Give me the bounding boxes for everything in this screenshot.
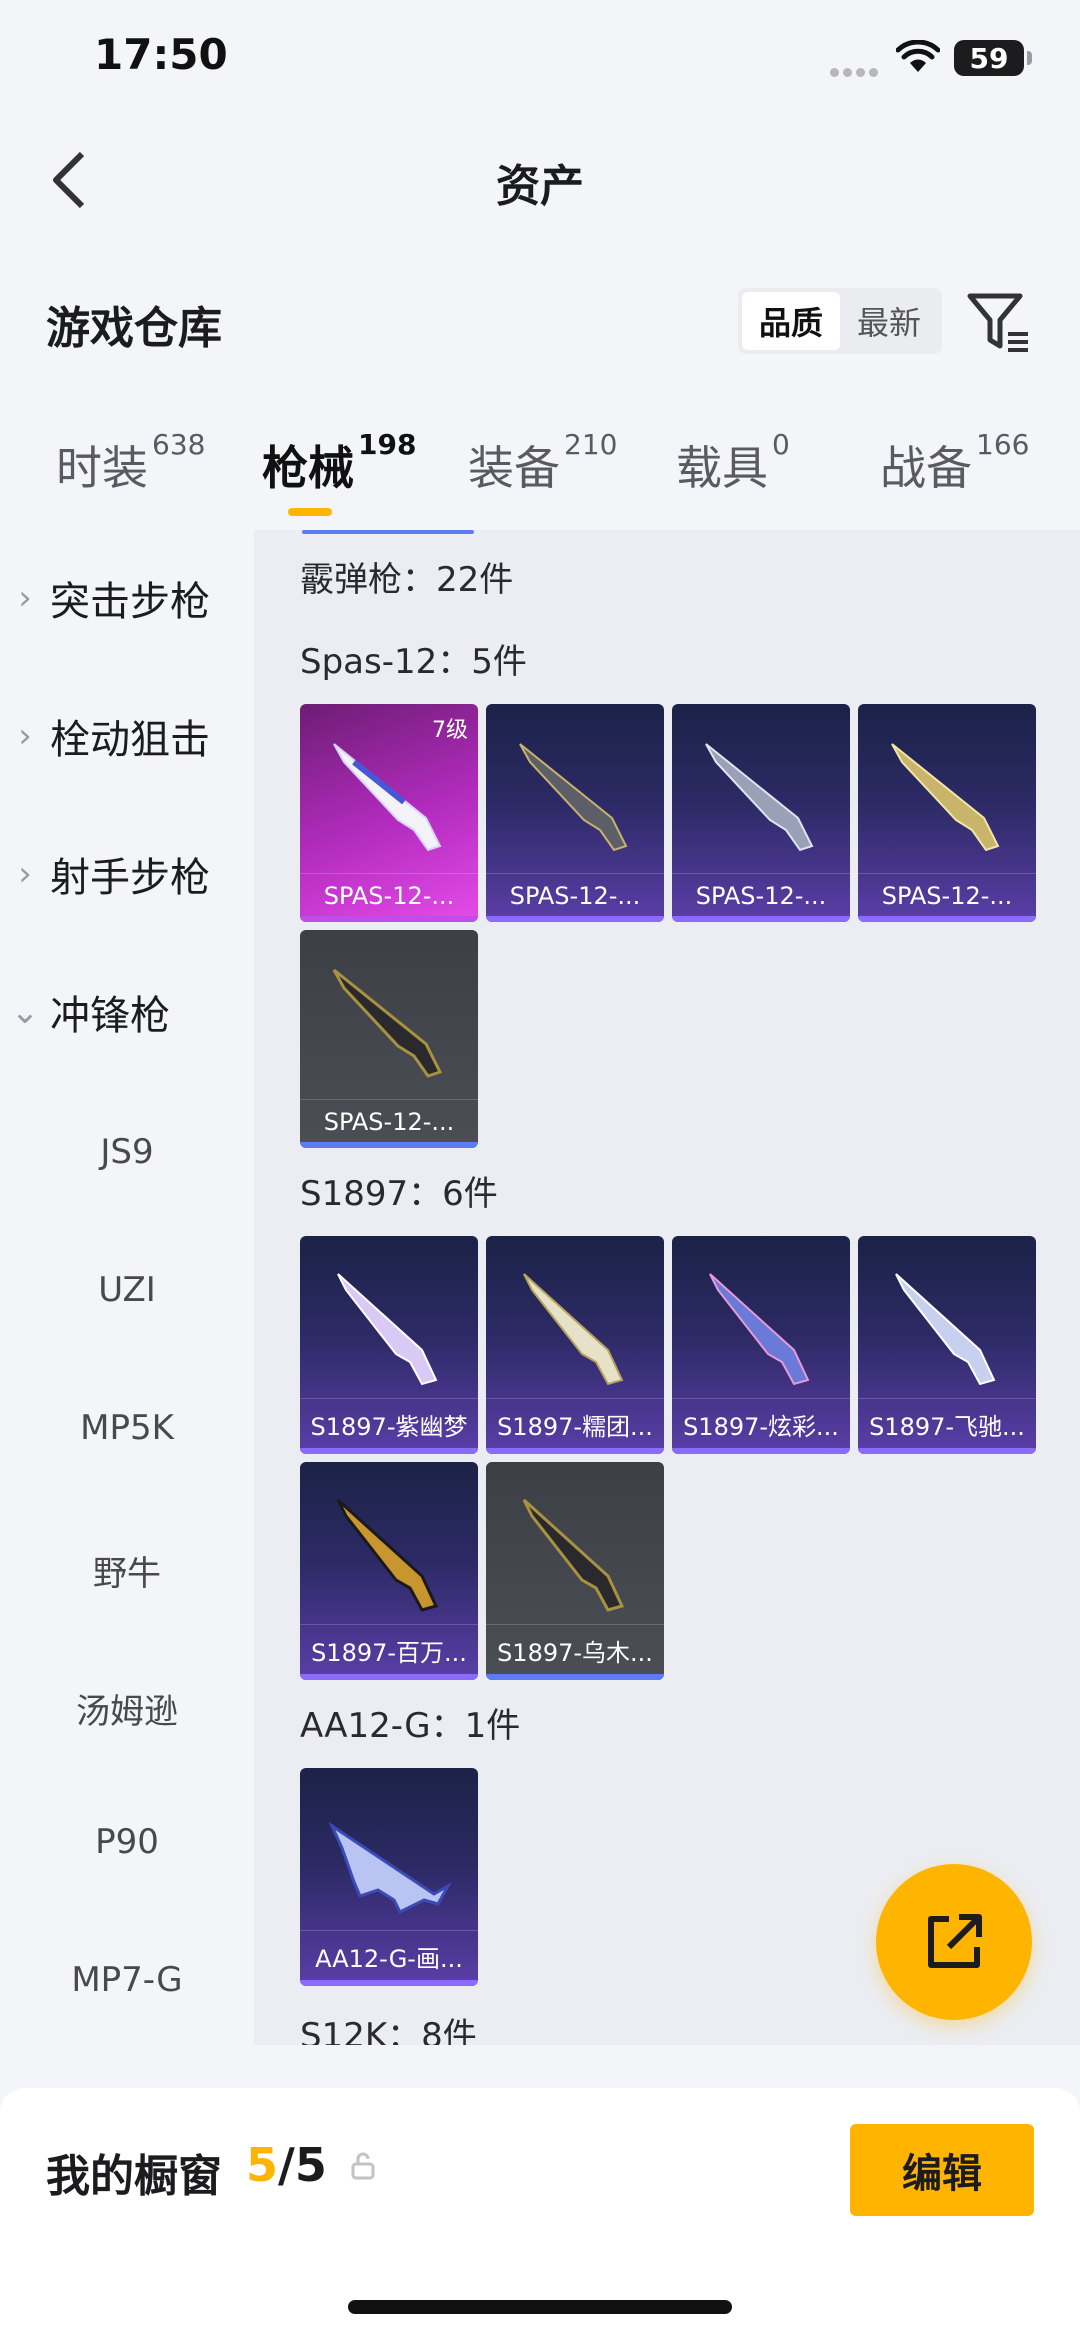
status-time: 17:50 bbox=[94, 30, 228, 79]
group-title-aa12g: AA12-G：1件 bbox=[300, 1706, 521, 1746]
item-grid: 霰弹枪：22件 Spas-12：5件 7级 SPAS-12-... SPAS-1… bbox=[254, 530, 1080, 2045]
group-title-s12k: S12K：8件 bbox=[300, 2016, 477, 2045]
shotgun-icon bbox=[709, 1273, 810, 1386]
item-card[interactable]: AA12-G-画... bbox=[300, 1768, 478, 1986]
sidebar-subitem-p90[interactable]: P90 bbox=[0, 1822, 254, 1862]
item-card[interactable]: S1897-紫幽梦 bbox=[300, 1236, 478, 1454]
shotgun-icon bbox=[332, 968, 443, 1078]
sidebar-subitem-uzi[interactable]: UZI bbox=[0, 1270, 254, 1310]
showcase-title: 我的橱窗 bbox=[46, 2151, 222, 2202]
chevron-right-icon: › bbox=[18, 854, 32, 894]
page-title: 资产 bbox=[496, 161, 584, 212]
home-indicator bbox=[348, 2300, 732, 2314]
shotgun-icon bbox=[522, 1498, 625, 1612]
tab-vehicles[interactable]: 载具 0 bbox=[676, 428, 790, 498]
item-card[interactable]: S1897-炫彩... bbox=[672, 1236, 850, 1454]
shotgun-icon bbox=[336, 1498, 439, 1612]
sidebar-item-bolt-sniper[interactable]: › 栓动狙击 bbox=[0, 686, 254, 786]
tab-underline bbox=[288, 508, 332, 516]
item-card[interactable]: SPAS-12-... bbox=[486, 704, 664, 922]
edit-button[interactable]: 编辑 bbox=[850, 2124, 1034, 2216]
sidebar-subitem-js9[interactable]: JS9 bbox=[0, 1132, 254, 1172]
status-bar: 17:50 59 bbox=[0, 0, 1080, 120]
wifi-icon bbox=[896, 40, 940, 72]
filter-icon[interactable] bbox=[966, 290, 1032, 356]
external-link-icon bbox=[928, 1914, 982, 1968]
shotgun-icon bbox=[891, 743, 1000, 852]
tab-supplies[interactable]: 战备 166 bbox=[880, 428, 1029, 498]
showcase-count: 5/5 bbox=[246, 2138, 327, 2192]
item-card[interactable]: SPAS-12-... bbox=[858, 704, 1036, 922]
sort-latest-button[interactable]: 最新 bbox=[840, 292, 938, 350]
sort-toggle: 品质 最新 bbox=[738, 288, 942, 354]
sidebar-subitem-bison[interactable]: 野牛 bbox=[0, 1546, 254, 1595]
group-title-spas12: Spas-12：5件 bbox=[300, 642, 527, 682]
chevron-right-icon: › bbox=[18, 578, 32, 618]
share-button[interactable] bbox=[876, 1864, 1032, 2020]
item-card[interactable]: SPAS-12-... bbox=[672, 704, 850, 922]
tab-guns[interactable]: 枪械 198 bbox=[262, 428, 416, 498]
sidebar-subitem-thompson[interactable]: 汤姆逊 bbox=[0, 1684, 254, 1733]
sidebar: › 突击步枪 › 栓动狙击 › 射手步枪 ⌄ 冲锋枪 JS9 UZI MP5K … bbox=[0, 530, 254, 2045]
lock-icon bbox=[351, 2152, 375, 2180]
nav-bar: 资产 bbox=[0, 130, 1080, 230]
chevron-down-icon: ⌄ bbox=[10, 992, 40, 1032]
shotgun-icon bbox=[705, 743, 814, 852]
item-card[interactable]: S1897-糯团... bbox=[486, 1236, 664, 1454]
category-total: 霰弹枪：22件 bbox=[300, 560, 514, 600]
sidebar-subitem-mp7g[interactable]: MP7-G bbox=[0, 1960, 254, 2000]
warehouse-title: 游戏仓库 bbox=[46, 303, 222, 354]
shotgun-icon bbox=[523, 1273, 624, 1386]
signal-icon bbox=[830, 62, 882, 81]
sidebar-item-marksman-rifle[interactable]: › 射手步枪 bbox=[0, 824, 254, 924]
item-card[interactable]: S1897-百万... bbox=[300, 1462, 478, 1680]
item-card[interactable]: S1897-乌木... bbox=[486, 1462, 664, 1680]
item-card[interactable]: SPAS-12-... bbox=[300, 930, 478, 1148]
item-card[interactable]: 7级 SPAS-12-... bbox=[300, 704, 478, 922]
group-title-s1897: S1897：6件 bbox=[300, 1174, 498, 1214]
sort-quality-button[interactable]: 品质 bbox=[742, 292, 840, 350]
chevron-right-icon: › bbox=[18, 716, 32, 756]
sidebar-item-assault-rifle[interactable]: › 突击步枪 bbox=[0, 548, 254, 648]
sidebar-item-smg[interactable]: ⌄ 冲锋枪 bbox=[0, 962, 254, 1062]
item-card[interactable]: S1897-飞驰... bbox=[858, 1236, 1036, 1454]
tab-equipment[interactable]: 装备 210 bbox=[468, 428, 617, 498]
battery-icon: 59 bbox=[954, 40, 1032, 76]
category-tabs: 时装 638 枪械 198 装备 210 载具 0 战备 166 bbox=[0, 420, 1080, 530]
shotgun-icon bbox=[895, 1273, 996, 1386]
sidebar-subitem-mp5k[interactable]: MP5K bbox=[0, 1408, 254, 1448]
shotgun-icon bbox=[337, 1273, 438, 1386]
scroll-indicator bbox=[302, 530, 474, 534]
warehouse-header: 游戏仓库 品质 最新 bbox=[0, 270, 1080, 370]
rifle-icon bbox=[328, 1821, 452, 1915]
shotgun-icon bbox=[519, 743, 628, 852]
tab-fashion[interactable]: 时装 638 bbox=[56, 428, 205, 498]
